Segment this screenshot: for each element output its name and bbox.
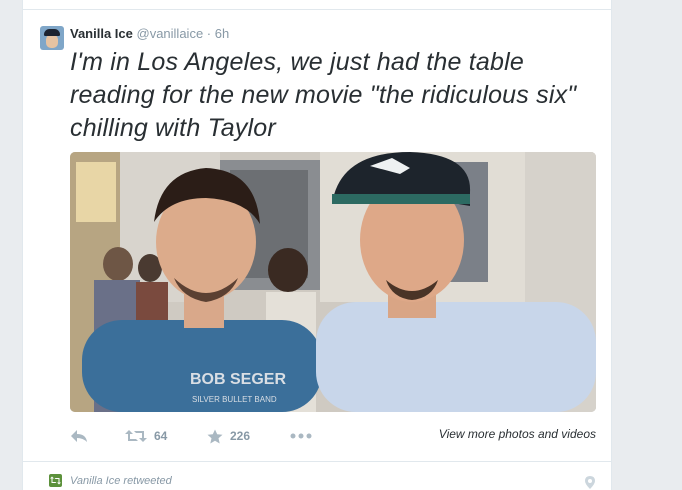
- ellipsis-icon: [290, 433, 312, 439]
- timeline-stream: Vanilla Ice @vanillaice · 6h I'm in Los …: [22, 0, 612, 490]
- tweet-header: Vanilla Ice @vanillaice · 6h: [70, 26, 229, 42]
- avatar[interactable]: [40, 26, 64, 50]
- retweet-icon: [125, 430, 147, 442]
- retweet-button[interactable]: 64: [125, 426, 167, 446]
- tweet-text: I'm in Los Angeles, we just had the tabl…: [70, 48, 577, 142]
- shirt-text: BOB SEGER: [190, 371, 286, 388]
- shirt-subtext: SILVER BULLET BAND: [192, 395, 277, 404]
- avatar-face: [46, 34, 58, 48]
- tweet-divider: [23, 461, 611, 462]
- favorite-count: 226: [230, 429, 251, 443]
- tweet-actions: 64 226 View more photos and videos: [70, 426, 596, 446]
- retweet-count: 64: [154, 429, 168, 443]
- tweet-time[interactable]: 6h: [215, 26, 229, 41]
- star-icon: [207, 429, 223, 443]
- author-name[interactable]: Vanilla Ice: [70, 26, 133, 41]
- tweet-photo[interactable]: BOB SEGER SILVER BULLET BAND: [70, 152, 596, 412]
- photo-illustration: BOB SEGER SILVER BULLET BAND: [70, 152, 596, 412]
- top-divider: [23, 9, 611, 10]
- separator: ·: [206, 26, 212, 41]
- reply-icon: [71, 430, 87, 442]
- favorite-button[interactable]: 226: [207, 426, 250, 446]
- author-handle[interactable]: @vanillaice: [137, 26, 204, 41]
- avatar-cap: [44, 29, 60, 36]
- reply-button[interactable]: [70, 426, 88, 446]
- more-button[interactable]: [290, 426, 312, 446]
- location-pin-icon[interactable]: [585, 476, 595, 489]
- retweet-context[interactable]: Vanilla Ice retweeted: [49, 474, 172, 487]
- retweeted-icon: [49, 474, 62, 487]
- retweet-context-text: Vanilla Ice retweeted: [70, 474, 172, 487]
- view-more-photos-link[interactable]: View more photos and videos: [439, 427, 596, 441]
